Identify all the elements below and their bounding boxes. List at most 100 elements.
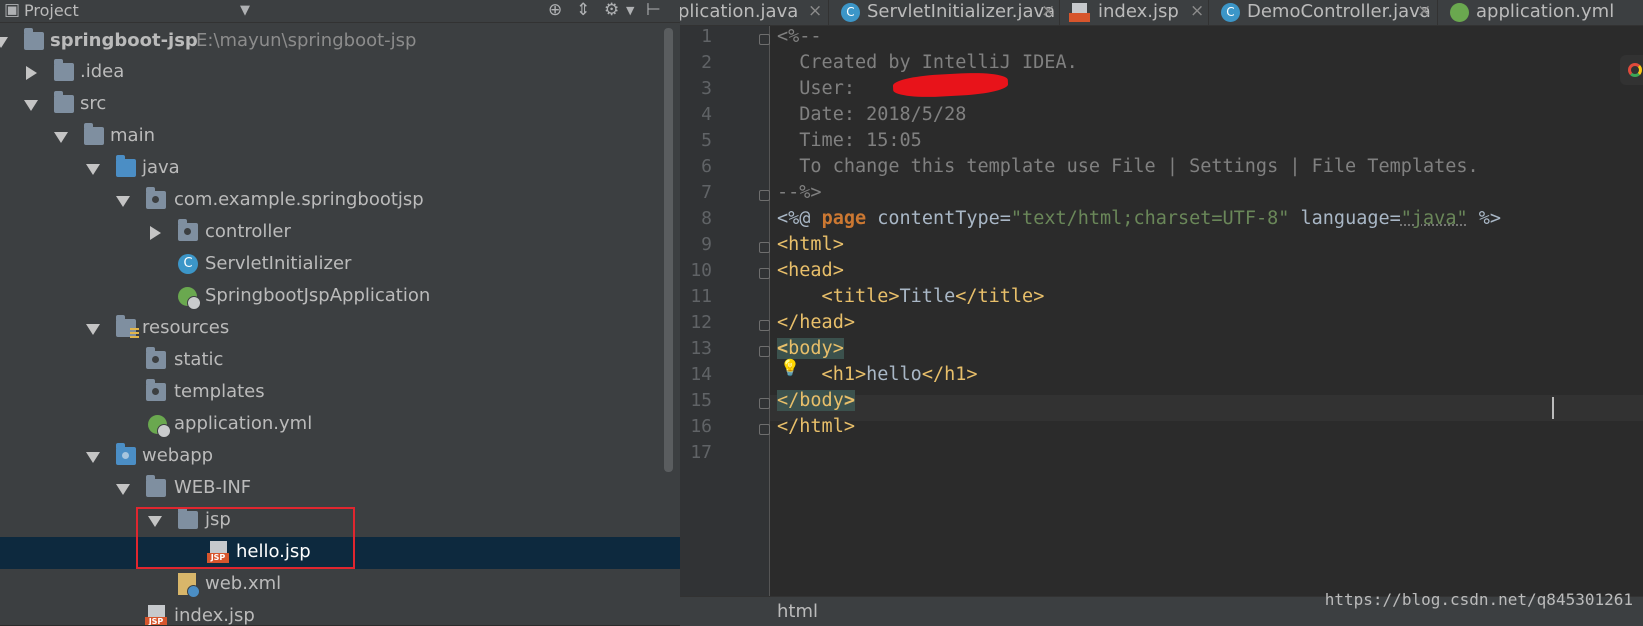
tab-index-jsp[interactable]: index.jsp × <box>1060 0 1208 25</box>
spring-config-icon <box>1450 3 1469 22</box>
breadcrumb-html[interactable]: html <box>777 601 818 622</box>
editor-tab-bar: plication.java × C ServletInitializer.ja… <box>680 0 1643 26</box>
code-line-3[interactable]: User: <box>777 78 866 99</box>
spring-config-icon <box>148 415 171 438</box>
fold-marker-icon[interactable] <box>759 34 770 45</box>
expand-arrow-icon[interactable] <box>86 164 100 175</box>
tree-item-package[interactable]: com.example.springbootjsp <box>0 185 680 217</box>
expand-arrow-icon[interactable] <box>54 132 68 143</box>
h1-close-tag: </h1> <box>921 364 978 385</box>
tab-close-icon[interactable]: × <box>808 1 822 21</box>
tab-label: ServletInitializer.java <box>867 1 1056 22</box>
tree-item-static[interactable]: static <box>0 345 680 377</box>
intention-lightbulb-icon[interactable]: 💡 <box>780 358 800 377</box>
spring-boot-class-icon <box>178 287 201 310</box>
folder-icon <box>84 123 104 145</box>
folder-icon <box>54 59 74 81</box>
text-caret <box>1552 397 1554 419</box>
code-line-10[interactable]: <head> <box>777 260 844 281</box>
collapse-all-icon[interactable]: ⇕ <box>576 0 590 20</box>
locate-file-icon[interactable]: ⊕ <box>548 0 562 20</box>
tab-label: plication.java <box>680 1 799 22</box>
directive-keyword: page <box>821 208 867 229</box>
project-view-icon[interactable]: ▣ <box>4 0 20 20</box>
tree-item-controller[interactable]: controller <box>0 217 680 249</box>
fold-marker-icon[interactable] <box>759 242 770 253</box>
code-line-8[interactable]: <%@ page contentType="text/html;charset=… <box>777 208 1501 229</box>
expand-arrow-icon[interactable] <box>0 37 8 48</box>
fold-marker-icon[interactable] <box>759 320 770 331</box>
tree-item-resources[interactable]: resources <box>0 313 680 345</box>
expand-arrow-icon[interactable] <box>86 452 100 463</box>
web-folder-icon <box>116 443 136 465</box>
code-line-2[interactable]: Created by IntelliJ IDEA. <box>777 52 1077 73</box>
gutter-divider <box>769 26 770 596</box>
tree-item-src[interactable]: src <box>0 89 680 121</box>
tree-item-servletinitializer[interactable]: C ServletInitializer <box>0 249 680 281</box>
tree-item-springboot-jsp[interactable]: springboot-jsp E:\mayun\springboot-jsp <box>0 26 680 58</box>
tree-item-index-jsp[interactable]: JSP index.jsp <box>0 601 680 625</box>
code-line-7[interactable]: --%> <box>777 182 822 203</box>
browser-preview-icon[interactable] <box>1620 55 1643 85</box>
tree-item-springbootjspapplication[interactable]: SpringbootJspApplication <box>0 281 680 313</box>
hide-panel-icon[interactable]: ⊢ <box>646 0 661 20</box>
settings-gear-icon[interactable]: ⚙ <box>604 0 619 20</box>
tab-close-icon[interactable]: × <box>1417 1 1431 21</box>
module-folder-icon <box>24 28 44 50</box>
project-panel-title[interactable]: Project <box>24 1 79 20</box>
tree-item-label: SpringbootJspApplication <box>205 285 431 306</box>
tree-item-templates[interactable]: templates <box>0 377 680 409</box>
code-line-15[interactable]: </body> <box>777 390 855 411</box>
fold-marker-icon[interactable] <box>759 268 770 279</box>
code-line-9[interactable]: <html> <box>777 234 844 255</box>
expand-arrow-icon[interactable] <box>24 100 38 111</box>
line-number: 6 <box>701 156 712 177</box>
tree-item-webapp[interactable]: webapp <box>0 441 680 473</box>
code-line-14[interactable]: <h1>hello</h1> <box>777 364 978 385</box>
tree-item-web-xml[interactable]: web.xml <box>0 569 680 601</box>
expand-arrow-icon[interactable] <box>116 196 130 207</box>
tree-item-label: com.example.springbootjsp <box>174 189 424 210</box>
tree-item-application-yml[interactable]: application.yml <box>0 409 680 441</box>
code-line-5[interactable]: Time: 15:05 <box>777 130 922 151</box>
project-path: E:\mayun\springboot-jsp <box>196 30 417 51</box>
code-line-4[interactable]: Date: 2018/5/28 <box>777 104 966 125</box>
code-line-6[interactable]: To change this template use File | Setti… <box>777 156 1478 177</box>
tree-item-java[interactable]: java <box>0 153 680 185</box>
title-open-tag: <title> <box>777 286 900 307</box>
tab-democontroller-java[interactable]: C DemoController.java × <box>1209 0 1437 25</box>
view-dropdown-icon[interactable]: ▼ <box>240 3 250 18</box>
expand-arrow-icon[interactable] <box>116 484 130 495</box>
line-number: 10 <box>690 260 712 281</box>
collapse-arrow-icon[interactable] <box>150 226 161 240</box>
body-close-tag: </body <box>777 390 844 411</box>
code-line-1[interactable]: <%-- <box>777 26 822 47</box>
collapse-arrow-icon[interactable] <box>26 66 37 80</box>
tree-item-label: WEB-INF <box>174 477 252 498</box>
fold-marker-icon[interactable] <box>759 424 770 435</box>
tree-item-web-inf[interactable]: WEB-INF <box>0 473 680 505</box>
code-editor: plication.java × C ServletInitializer.ja… <box>680 0 1643 626</box>
tab-close-icon[interactable]: × <box>1190 1 1204 21</box>
tree-item-label: index.jsp <box>174 605 255 625</box>
tree-item-label: ServletInitializer <box>205 253 352 274</box>
fold-marker-icon[interactable] <box>759 346 770 357</box>
code-line-11[interactable]: <title>Title</title> <box>777 286 1045 307</box>
line-number: 15 <box>690 390 712 411</box>
expand-arrow-icon[interactable] <box>86 324 100 335</box>
gear-dropdown-icon[interactable]: ▼ <box>626 4 634 17</box>
tab-application-yml[interactable]: application.yml <box>1438 0 1643 25</box>
tree-item-idea[interactable]: .idea <box>0 57 680 89</box>
tab-close-icon[interactable]: × <box>1041 1 1055 21</box>
fold-marker-icon[interactable] <box>759 190 770 201</box>
code-line-12[interactable]: </head> <box>777 312 855 333</box>
package-icon <box>146 187 166 209</box>
tab-servletinitializer-java[interactable]: C ServletInitializer.java × <box>829 0 1059 25</box>
fold-marker-icon[interactable] <box>759 398 770 409</box>
tree-item-main[interactable]: main <box>0 121 680 153</box>
tree-scrollbar[interactable] <box>664 28 673 472</box>
attr-value-language: "java" <box>1400 208 1468 229</box>
code-line-16[interactable]: </html> <box>777 416 855 437</box>
tab-application-java[interactable]: plication.java × <box>680 0 828 25</box>
code-line-13[interactable]: <body> <box>777 338 844 359</box>
